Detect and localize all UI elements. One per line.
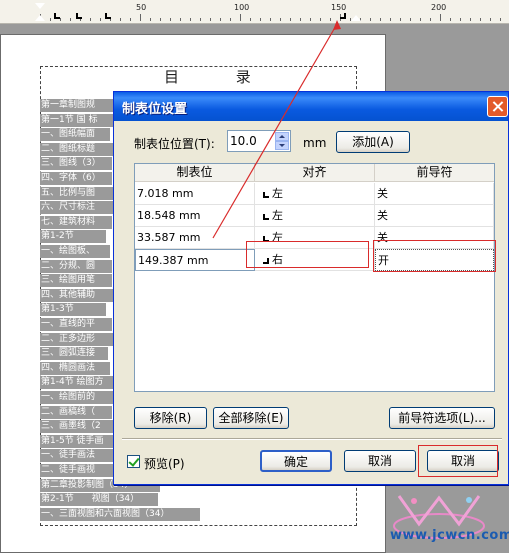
- annotation-arrow: [212, 20, 341, 239]
- watermark-text: www.jcwcn.com: [390, 528, 509, 543]
